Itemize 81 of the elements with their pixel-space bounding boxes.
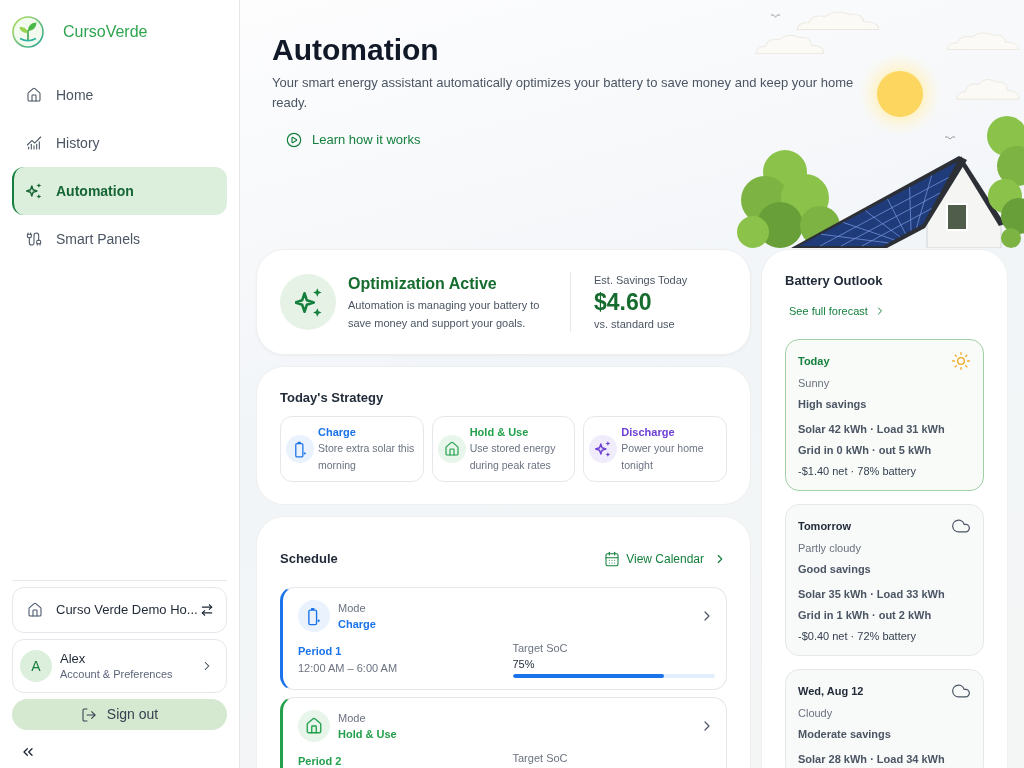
mode-value: Hold & Use: [338, 727, 397, 742]
schedule-period-card[interactable]: Mode Hold & Use Period 2 Target SoC: [280, 697, 727, 768]
forecast-day: Tomorrow: [798, 517, 851, 534]
house-icon: [27, 602, 43, 618]
mode-label: Mode: [338, 601, 367, 616]
forecast-savings: Good savings: [798, 561, 872, 577]
sprout-logo-icon: [12, 16, 44, 48]
house-icon: [26, 87, 42, 103]
tile-description: Store extra solar this morning: [318, 441, 416, 473]
battery-icon: [286, 435, 314, 463]
tile-title: Hold & Use: [469, 425, 530, 440]
cloud-drawing: [956, 76, 1020, 100]
home-selector[interactable]: Curso Verde Demo Ho...: [12, 587, 227, 633]
nav-item[interactable]: Home: [12, 71, 227, 119]
forecast-stat: Grid in 0 kWh · out 5 kWh: [798, 442, 933, 458]
account-subtitle: Account & Preferences: [60, 667, 173, 682]
nav-item[interactable]: Smart Panels: [12, 215, 227, 263]
sparkles-icon: [589, 435, 618, 463]
forecast-day: Wed, Aug 12: [798, 682, 864, 699]
play-icon: [286, 132, 302, 148]
sparkles-icon: [280, 274, 336, 330]
period-time: 12:00 AM – 6:00 AM: [298, 661, 399, 676]
mode-label: Mode: [338, 711, 367, 726]
nav-item[interactable]: Automation: [12, 167, 227, 215]
savings-label: Est. Savings Today: [594, 273, 688, 288]
house-icon: [437, 435, 466, 463]
nav-item[interactable]: History: [12, 119, 227, 167]
forecast-link[interactable]: See full forecast: [785, 301, 886, 321]
forecast-stat: Solar 28 kWh · Load 34 kWh: [798, 751, 946, 767]
forecast-card[interactable]: Tomorrow Partly cloudy Good savings Solar 35 kWh · Load 33 kWh Grid in 1 kWh · out 2 kWh -$0.40 net · 72% battery: [785, 503, 984, 656]
tile-description: Power your home tonight: [621, 441, 705, 473]
forecast-card[interactable]: Wed, Aug 12 Cloudy Moderate savings Solar 28 kWh · Load 34 kWh: [785, 668, 984, 768]
user-name: Alex: [60, 650, 87, 667]
calendar-icon: [604, 551, 621, 567]
cable-icon: [26, 231, 42, 247]
avatar: A: [20, 650, 52, 682]
forecast-stat: Solar 42 kWh · Load 31 kWh: [798, 421, 946, 437]
period-label: Period 2: [298, 754, 343, 768]
cloud-drawing: [755, 32, 825, 54]
calendar-link[interactable]: View Calendar: [604, 550, 727, 568]
forecast-condition: Cloudy: [798, 705, 834, 721]
forecast-day: Today: [798, 352, 830, 369]
target-label: Target SoC: [512, 641, 569, 656]
house-icon: [298, 710, 330, 742]
forecast-stat: Grid in 1 kWh · out 2 kWh: [798, 607, 933, 623]
forecast-savings: High savings: [798, 396, 868, 412]
learn-link[interactable]: Learn how it works: [272, 124, 435, 156]
chart-icon: [26, 135, 42, 151]
sun-icon: [951, 350, 971, 371]
savings-value: $4.60: [594, 288, 653, 316]
brand-name: CursoVerde: [63, 22, 148, 42]
target-value: 75%: [512, 657, 536, 672]
logout-icon: [80, 706, 97, 723]
sign-out-button[interactable]: Sign out: [12, 699, 227, 730]
forecast-card[interactable]: Today Sunny High savings Solar 42 kWh · Load 31 kWh Grid in 0 kWh · out 5 kWh -$1.40 net · 78% battery: [785, 338, 984, 491]
tile-title: Discharge: [621, 425, 676, 440]
forecast-net: -$0.40 net · 72% battery: [798, 628, 917, 644]
forecast-net: -$1.40 net · 78% battery: [798, 463, 917, 479]
forecast-stat: Solar 35 kWh · Load 33 kWh: [798, 586, 946, 602]
forecast-condition: Partly cloudy: [798, 540, 862, 556]
forecast-savings: Moderate savings: [798, 726, 892, 742]
tile-description: Use stored energy during peak rates: [469, 441, 557, 473]
page-title: Automation: [272, 32, 439, 68]
section-title: Today's Strategy: [280, 389, 385, 407]
account-button[interactable]: A Alex Account & Preferences: [12, 639, 227, 693]
status-title: Optimization Active: [348, 273, 498, 294]
swap-icon: [200, 603, 214, 617]
savings-note: vs. standard use: [594, 317, 676, 332]
schedule-period-card[interactable]: Mode Charge Period 1 12:00 AM – 6:00 AM Target SoC 75%: [280, 587, 727, 690]
target-label: Target SoC: [512, 751, 569, 766]
section-title: Battery Outlook: [785, 272, 884, 290]
section-title: Schedule: [280, 550, 338, 568]
sparkles-icon: [26, 183, 42, 199]
battery-icon: [298, 600, 330, 632]
page-description: Your smart energy assistant automatically optimizes your battery to save money and keep your home ready.: [272, 74, 854, 112]
tile-title: Charge: [318, 425, 357, 440]
period-label: Period 1: [298, 644, 343, 659]
forecast-condition: Sunny: [798, 375, 831, 391]
bird-icon: [770, 14, 781, 18]
status-description: Automation is managing your battery to save money and support your goals.: [348, 297, 541, 331]
mode-value: Charge: [338, 617, 376, 632]
